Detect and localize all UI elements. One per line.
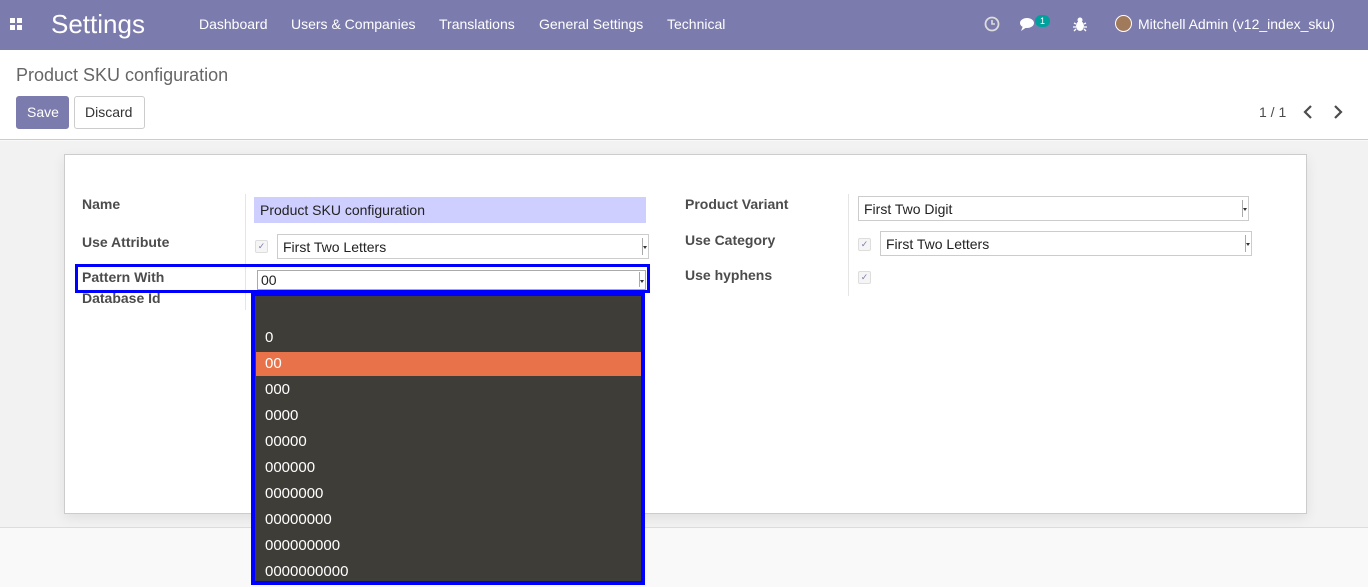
discard-button[interactable]: Discard xyxy=(74,96,145,129)
use-category-label: Use Category xyxy=(685,232,776,248)
pager-value: 1 / 1 xyxy=(1259,104,1287,120)
name-field[interactable]: Product SKU configuration xyxy=(254,197,646,223)
use-attribute-value: First Two Letters xyxy=(283,239,387,255)
dropdown-option-empty[interactable] xyxy=(256,300,641,324)
top-navbar: Settings Dashboard Users & Companies Tra… xyxy=(0,0,1368,50)
user-menu[interactable]: Mitchell Admin (v12_index_sku) xyxy=(1138,16,1335,32)
dropdown-option[interactable]: 0 xyxy=(256,326,641,350)
menu-users-companies[interactable]: Users & Companies xyxy=(291,16,416,32)
pattern-dropdown-list: 0 00 000 0000 00000 000000 0000000 00000… xyxy=(251,292,645,585)
app-title: Settings xyxy=(51,9,145,39)
dropdown-option[interactable]: 000 xyxy=(256,378,641,402)
apps-grid-icon[interactable] xyxy=(10,18,24,32)
product-variant-select[interactable]: First Two Digit xyxy=(858,196,1249,221)
dropdown-option[interactable]: 000000 xyxy=(256,456,641,480)
use-category-checkbox[interactable]: ✓ xyxy=(858,238,871,251)
chevron-down-icon xyxy=(642,238,647,255)
control-panel: Product SKU configuration Save Discard 1… xyxy=(0,50,1368,140)
menu-general-settings[interactable]: General Settings xyxy=(539,16,643,32)
product-variant-value: First Two Digit xyxy=(864,201,953,217)
chevron-down-icon xyxy=(1242,200,1247,217)
chevron-down-icon xyxy=(1245,235,1250,252)
use-attribute-label: Use Attribute xyxy=(82,234,170,250)
use-hyphens-checkbox[interactable]: ✓ xyxy=(858,271,871,284)
dropdown-option[interactable]: 00000000 xyxy=(256,508,641,532)
menu-technical[interactable]: Technical xyxy=(667,16,725,32)
dropdown-option[interactable]: 0000000000 xyxy=(256,560,641,584)
save-button[interactable]: Save xyxy=(16,96,69,129)
dropdown-option[interactable]: 0000 xyxy=(256,404,641,428)
menu-dashboard[interactable]: Dashboard xyxy=(199,16,268,32)
pattern-highlight-box xyxy=(75,264,650,293)
use-category-value: First Two Letters xyxy=(886,236,990,252)
use-attribute-checkbox[interactable]: ✓ xyxy=(255,240,268,253)
name-label: Name xyxy=(82,196,121,212)
dropdown-option[interactable]: 000000000 xyxy=(256,534,641,558)
messages-count-badge: 1 xyxy=(1035,15,1051,27)
dropdown-option[interactable]: 0000000 xyxy=(256,482,641,506)
breadcrumb: Product SKU configuration xyxy=(16,65,229,85)
clock-icon[interactable] xyxy=(984,16,1000,32)
product-variant-label: Product Variant xyxy=(685,196,789,212)
use-attribute-select[interactable]: First Two Letters xyxy=(277,234,649,259)
pager-previous-icon[interactable] xyxy=(1302,105,1314,119)
use-hyphens-label: Use hyphens xyxy=(685,267,773,283)
menu-translations[interactable]: Translations xyxy=(439,16,515,32)
chatter-area xyxy=(0,527,1368,587)
user-avatar[interactable] xyxy=(1115,15,1132,32)
dropdown-option-selected[interactable]: 00 xyxy=(256,352,641,376)
use-category-select[interactable]: First Two Letters xyxy=(880,231,1252,256)
debug-bug-icon[interactable] xyxy=(1073,17,1087,32)
label-separator xyxy=(848,194,849,296)
dropdown-option[interactable]: 00000 xyxy=(256,430,641,454)
pager-next-icon[interactable] xyxy=(1332,105,1344,119)
